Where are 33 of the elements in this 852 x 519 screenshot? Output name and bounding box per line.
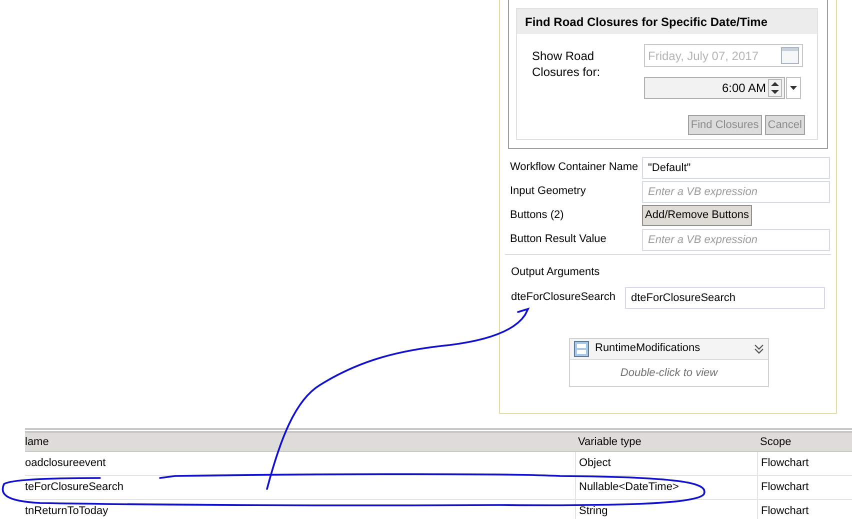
table-cell: tnReturnToToday (25, 505, 108, 518)
table-cell: Flowchart (761, 481, 809, 494)
field-label: Show Road Closures for: (532, 48, 602, 81)
property-label: Button Result Value (510, 232, 608, 248)
add-remove-button[interactable]: Add/Remove Buttons (642, 205, 752, 226)
activity-hint: Double-click to view (620, 366, 718, 380)
spinner-icon[interactable] (768, 79, 782, 97)
column-header[interactable]: Scope (757, 434, 852, 450)
argument-label: dteForClosureSearch (511, 290, 617, 306)
table-cell: teForClosureSearch (25, 481, 124, 494)
column-header[interactable]: lame (25, 434, 575, 450)
table-cell: Object (579, 457, 611, 470)
property-label: Input Geometry (510, 184, 587, 200)
time-field[interactable]: 6:00 AM (644, 77, 785, 99)
property-label: Workflow Container Name (510, 160, 640, 176)
text-field[interactable]: Enter a VB expression (642, 180, 830, 202)
expand-icon[interactable] (754, 344, 764, 354)
sequence-icon (574, 340, 589, 356)
table-cell: Flowchart (761, 457, 809, 470)
table-cell: oadclosureevent (25, 457, 106, 470)
table-cell: Nullable<DateTime> (579, 481, 679, 494)
dialog-title: Find Road Closures for Specific Date/Time (517, 9, 817, 34)
dropdown-icon[interactable] (786, 77, 801, 99)
table-cell: String (579, 505, 608, 518)
activity-box[interactable]: RuntimeModifications Double-click to view (569, 338, 769, 386)
text-field[interactable]: Enter a VB expression (642, 228, 830, 250)
section-title: Output Arguments (511, 265, 601, 280)
table-cell: Flowchart (761, 505, 809, 518)
column-header[interactable]: Variable type (575, 434, 757, 450)
text-field[interactable]: dteForClosureSearch (625, 286, 825, 308)
property-label: Buttons (2) (510, 208, 565, 224)
activity-title: RuntimeModifications (595, 341, 702, 356)
text-field[interactable]: "Default" (642, 156, 830, 178)
